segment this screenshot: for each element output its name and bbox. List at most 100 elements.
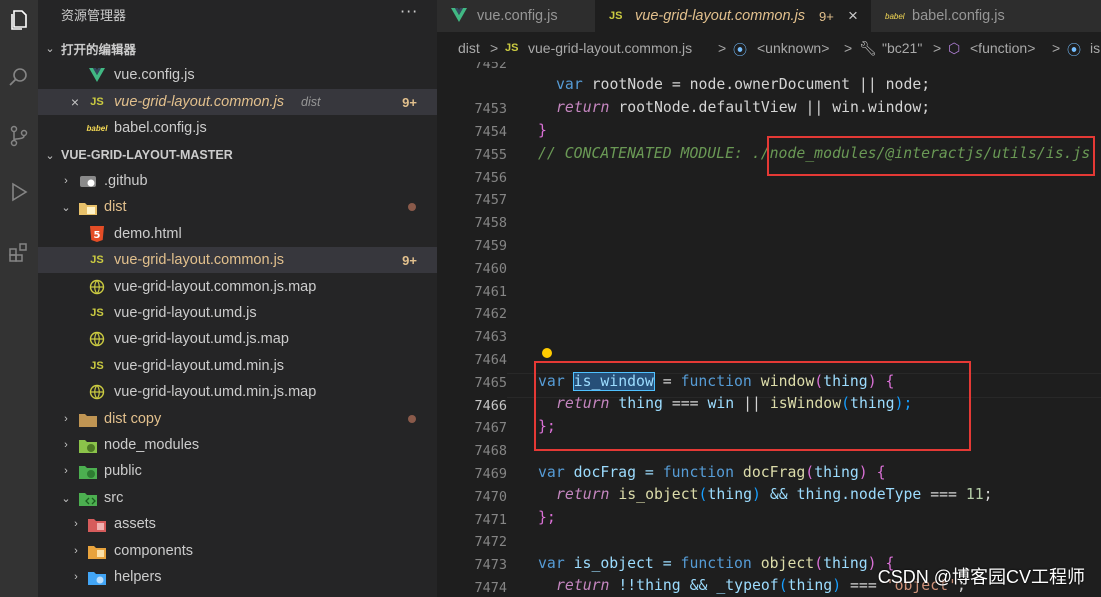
map-icon xyxy=(88,330,106,348)
tree-folder-src[interactable]: ⌄ src xyxy=(38,485,437,511)
tree-folder-dist-copy[interactable]: › dist copy xyxy=(38,406,437,432)
svg-text:5: 5 xyxy=(94,230,101,241)
js-icon: JS xyxy=(90,254,104,266)
tree-file[interactable]: 5 demo.html xyxy=(38,221,437,247)
chevron-right-icon: › xyxy=(64,175,68,187)
line-number: 7458 xyxy=(474,215,507,231)
tree-folder-components[interactable]: › components xyxy=(38,538,437,564)
src-folder-icon xyxy=(79,489,97,507)
js-icon: JS xyxy=(609,10,623,22)
close-icon[interactable]: × xyxy=(848,6,858,26)
tree-file[interactable]: vue-grid-layout.umd.js.map xyxy=(38,326,437,352)
breadcrumb: dist > JS vue-grid-layout.common.js > ⦿ … xyxy=(437,32,1101,62)
line-number: 7467 xyxy=(474,420,507,436)
html-icon: 5 xyxy=(88,225,106,243)
breadcrumb-file[interactable]: vue-grid-layout.common.js xyxy=(528,40,692,56)
code-editor[interactable]: 7452 7453 7454 7455 7456 7457 7458 7459 … xyxy=(437,62,1101,597)
line-number: 7474 xyxy=(474,580,507,596)
line-number: 7473 xyxy=(474,557,507,573)
search-icon[interactable] xyxy=(0,57,38,97)
chevron-right-icon: › xyxy=(64,439,68,451)
map-icon xyxy=(88,383,106,401)
chevron-down-icon: ⌄ xyxy=(45,149,55,162)
line-number: 7459 xyxy=(474,238,507,254)
node-folder-icon xyxy=(79,436,97,454)
breadcrumb-function[interactable]: <function> xyxy=(970,40,1035,56)
line-number: 7470 xyxy=(474,489,507,505)
components-folder-icon xyxy=(88,542,106,560)
line-number: 7453 xyxy=(474,101,507,117)
tree-folder-dist[interactable]: ⌄ dist xyxy=(38,194,437,220)
close-icon[interactable]: × xyxy=(69,94,81,110)
cube-icon: ⬡ xyxy=(948,40,961,56)
tab-vue-grid-layout-common[interactable]: JS vue-grid-layout.common.js 9+ × xyxy=(595,0,871,32)
tree-folder-public[interactable]: › public xyxy=(38,458,437,484)
lightbulb-icon[interactable] xyxy=(542,348,552,358)
line-number: 7463 xyxy=(474,329,507,345)
line-number: 7472 xyxy=(474,534,507,550)
tab-babel-config[interactable]: babel babel.config.js xyxy=(871,0,1101,32)
explorer-title: 资源管理器 xyxy=(61,8,127,23)
code-line: } xyxy=(538,122,547,139)
extensions-icon[interactable] xyxy=(0,232,38,272)
editor-tabs: vue.config.js JS vue-grid-layout.common.… xyxy=(437,0,1101,32)
vue-icon xyxy=(451,8,467,26)
chevron-down-icon: ⌄ xyxy=(61,492,71,505)
breadcrumb-bc21[interactable]: "bc21" xyxy=(882,40,922,56)
line-number: 7464 xyxy=(474,352,507,368)
tree-folder-assets[interactable]: › assets xyxy=(38,511,437,537)
open-editor-item[interactable]: vue.config.js xyxy=(38,62,437,88)
tree-file-selected[interactable]: JS vue-grid-layout.common.js 9+ xyxy=(38,247,437,273)
activity-bar xyxy=(0,0,38,597)
more-actions-icon[interactable]: ··· xyxy=(400,2,418,21)
open-editor-item-active[interactable]: × JS vue-grid-layout.common.js dist 9+ xyxy=(38,89,437,115)
problems-badge: 9+ xyxy=(402,252,417,268)
code-line: var rootNode = node.ownerDocument || nod… xyxy=(556,76,931,93)
symbol-icon: ⦿ xyxy=(733,42,747,58)
tree-folder-helpers[interactable]: › helpers xyxy=(38,564,437,590)
babel-icon: babel xyxy=(86,123,108,133)
open-editor-item[interactable]: babel babel.config.js xyxy=(38,115,437,141)
chevron-right-icon: › xyxy=(74,518,78,530)
map-icon xyxy=(88,278,106,296)
explorer-sidebar: 资源管理器 ··· ⌄ 打开的编辑器 vue.config.js × JS vu… xyxy=(38,0,437,597)
line-number-current: 7466 xyxy=(474,398,507,414)
folder-icon xyxy=(79,410,97,428)
tree-file[interactable]: JS vue-grid-layout.umd.js xyxy=(38,300,437,326)
breadcrumb-unknown[interactable]: <unknown> xyxy=(757,40,829,56)
source-control-icon[interactable] xyxy=(0,116,38,156)
problems-badge: 9+ xyxy=(402,94,417,110)
line-number: 7462 xyxy=(474,306,507,322)
js-icon: JS xyxy=(90,307,104,319)
vue-icon xyxy=(88,66,106,84)
code-line: var docFrag = function docFrag(thing) { xyxy=(538,464,886,481)
line-number: 7456 xyxy=(474,170,507,186)
code-line: return is_object(thing) && thing.nodeTyp… xyxy=(556,486,993,503)
code-line: return rootNode.defaultView || win.windo… xyxy=(556,99,931,116)
chevron-right-icon: › xyxy=(64,413,68,425)
highlight-box-is-window xyxy=(534,361,971,451)
modified-dot xyxy=(408,203,416,211)
chevron-right-icon: › xyxy=(74,571,78,583)
dist-folder-icon xyxy=(79,198,97,216)
breadcrumb-dist[interactable]: dist xyxy=(458,40,480,56)
chevron-right-icon: › xyxy=(64,465,68,477)
project-header[interactable]: ⌄ VUE-GRID-LAYOUT-MASTER xyxy=(38,142,437,168)
tree-file[interactable]: JS vue-grid-layout.umd.min.js xyxy=(38,353,437,379)
highlight-box-comment xyxy=(767,136,1095,176)
tab-vue-config[interactable]: vue.config.js xyxy=(437,0,595,32)
run-debug-icon[interactable] xyxy=(0,172,38,212)
open-editors-header[interactable]: ⌄ 打开的编辑器 xyxy=(38,35,437,61)
chevron-down-icon: ⌄ xyxy=(45,42,55,55)
problems-badge: 9+ xyxy=(819,8,834,24)
tree-file[interactable]: vue-grid-layout.umd.min.js.map xyxy=(38,379,437,405)
tree-file[interactable]: vue-grid-layout.common.js.map xyxy=(38,274,437,300)
explorer-icon[interactable] xyxy=(0,0,38,40)
tree-folder-node-modules[interactable]: › node_modules xyxy=(38,432,437,458)
js-icon: JS xyxy=(90,360,104,372)
github-folder-icon xyxy=(79,172,97,190)
chevron-right-icon: › xyxy=(74,545,78,557)
tree-folder-github[interactable]: › .github xyxy=(38,168,437,194)
line-number: 7465 xyxy=(474,375,507,391)
line-number: 7461 xyxy=(474,284,507,300)
